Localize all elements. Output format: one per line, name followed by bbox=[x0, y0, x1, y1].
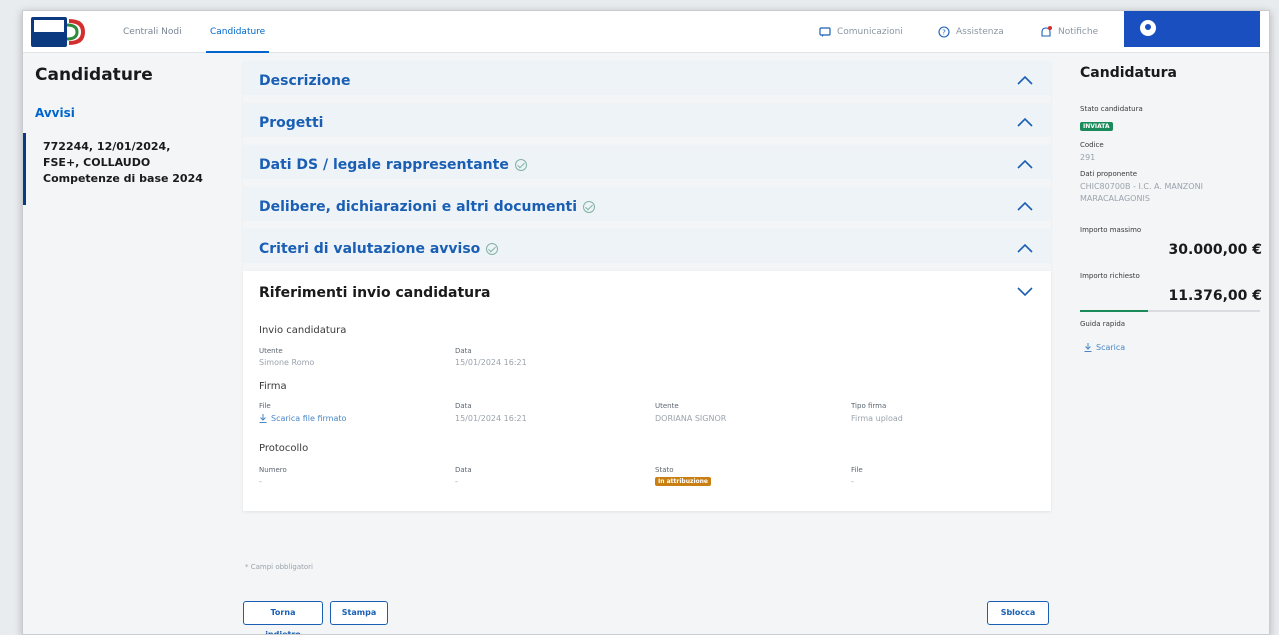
protocollo-file-label: File bbox=[851, 466, 863, 474]
accordion-descrizione[interactable]: Descrizione bbox=[243, 61, 1051, 103]
protocollo-file-value: - bbox=[851, 477, 854, 486]
firma-file-label: File bbox=[259, 402, 271, 410]
accordion-title: Delibere, dichiarazioni e altri document… bbox=[259, 199, 596, 215]
accordion-riferimenti: Riferimenti invio candidatura Invio cand… bbox=[243, 271, 1051, 511]
firma-data-label: Data bbox=[455, 402, 472, 410]
stato-label: Stato candidatura bbox=[1080, 105, 1143, 113]
importo-massimo-label: Importo massimo bbox=[1080, 226, 1142, 234]
chevron-up-icon[interactable] bbox=[1017, 75, 1033, 85]
accordion-title: Dati DS / legale rappresentante bbox=[259, 157, 527, 173]
logo-box bbox=[31, 17, 67, 47]
chat-icon bbox=[819, 27, 831, 37]
proponente-value: CHIC80700B - I.C. A. MANZONI MARACALAGON… bbox=[1080, 182, 1203, 203]
nav-centrali-nodi[interactable]: Centrali Nodi bbox=[123, 11, 182, 53]
accordion-label: Descrizione bbox=[259, 73, 351, 89]
codice-label: Codice bbox=[1080, 141, 1104, 149]
firma-utente-value: DORIANA SIGNOR bbox=[655, 414, 727, 423]
firma-section-title: Firma bbox=[259, 381, 287, 392]
app-window: Centrali Nodi Candidature Comunicazioni … bbox=[22, 10, 1270, 635]
avviso-item[interactable]: 772244, 12/01/2024, FSE+, COLLAUDO Compe… bbox=[23, 133, 203, 205]
comunicazioni-button[interactable]: Comunicazioni bbox=[819, 11, 903, 53]
required-fields-note: * Campi obbligatori bbox=[245, 563, 313, 571]
check-circle-icon bbox=[514, 159, 527, 171]
accordion-title: Descrizione bbox=[259, 73, 350, 89]
download-signed-file-label: Scarica file firmato bbox=[271, 414, 347, 423]
firma-utente-label: Utente bbox=[655, 402, 679, 410]
guida-download-label: Scarica bbox=[1096, 343, 1126, 352]
protocollo-stato-label: Stato bbox=[655, 466, 674, 474]
importo-richiesto-label: Importo richiesto bbox=[1080, 272, 1140, 280]
accordion-delibere[interactable]: Delibere, dichiarazioni e altri document… bbox=[243, 187, 1051, 229]
importo-richiesto-value: 11.376,00 € bbox=[1168, 288, 1262, 304]
assistenza-label: Assistenza bbox=[956, 27, 1004, 37]
stato-badge: INVIATA bbox=[1080, 122, 1113, 131]
accordion-label: Dati DS / legale rappresentante bbox=[259, 157, 509, 173]
notifiche-label: Notifiche bbox=[1058, 27, 1099, 37]
svg-text:?: ? bbox=[942, 29, 946, 37]
assistenza-button[interactable]: ? Assistenza bbox=[938, 11, 1004, 53]
accordion-label: Progetti bbox=[259, 115, 324, 131]
accordion-title[interactable]: Riferimenti invio candidatura bbox=[259, 285, 490, 301]
importo-progress-bar bbox=[1080, 310, 1260, 312]
chevron-down-icon[interactable] bbox=[1017, 287, 1033, 297]
comunicazioni-label: Comunicazioni bbox=[837, 27, 903, 37]
protocollo-section-title: Protocollo bbox=[259, 443, 309, 454]
accordion-criteri[interactable]: Criteri di valutazione avviso bbox=[243, 229, 1051, 271]
notifiche-button[interactable]: Notifiche bbox=[1040, 11, 1098, 53]
invio-utente-label: Utente bbox=[259, 347, 283, 355]
chevron-up-icon[interactable] bbox=[1017, 201, 1033, 211]
logo[interactable] bbox=[31, 17, 87, 47]
protocollo-numero-label: Numero bbox=[259, 466, 287, 474]
unlock-button[interactable]: Sblocca bbox=[987, 601, 1049, 625]
bell-icon bbox=[1041, 25, 1052, 37]
importo-massimo-value: 30.000,00 € bbox=[1168, 242, 1262, 258]
check-circle-icon bbox=[486, 243, 499, 255]
protocollo-data-value: - bbox=[455, 477, 458, 486]
guida-label: Guida rapida bbox=[1080, 320, 1126, 328]
invio-data-value: 15/01/2024 16:21 bbox=[455, 358, 527, 367]
back-button[interactable]: Torna indietro bbox=[243, 601, 323, 634]
nav-candidature[interactable]: Candidature bbox=[206, 11, 270, 53]
invio-section-title: Invio candidatura bbox=[259, 325, 347, 336]
accordion-label: Riferimenti invio candidatura bbox=[259, 285, 491, 301]
invio-utente-value: Simone Romo bbox=[259, 358, 315, 367]
check-circle-icon bbox=[583, 201, 596, 213]
download-icon bbox=[1084, 343, 1092, 352]
importo-progress-fill bbox=[1080, 310, 1149, 312]
accordion-title: Criteri di valutazione avviso bbox=[259, 241, 499, 257]
proponente-label: Dati proponente bbox=[1080, 170, 1138, 178]
accordion-dati-ds[interactable]: Dati DS / legale rappresentante bbox=[243, 145, 1051, 187]
avvisi-heading[interactable]: Avvisi bbox=[35, 106, 75, 120]
accordion-title: Progetti bbox=[259, 115, 323, 131]
invio-data-label: Data bbox=[455, 347, 472, 355]
help-icon: ? bbox=[938, 26, 950, 38]
chevron-up-icon[interactable] bbox=[1017, 243, 1033, 253]
download-signed-file-link[interactable]: Scarica file firmato bbox=[259, 414, 346, 423]
print-button[interactable]: Stampa bbox=[330, 601, 388, 625]
guida-download-link[interactable]: Scarica bbox=[1084, 343, 1125, 352]
chevron-up-icon[interactable] bbox=[1017, 159, 1033, 169]
user-menu[interactable] bbox=[1124, 11, 1260, 47]
summary-title: Candidatura bbox=[1080, 65, 1177, 81]
top-navbar: Centrali Nodi Candidature Comunicazioni … bbox=[23, 11, 1269, 53]
accordion-label: Delibere, dichiarazioni e altri document… bbox=[259, 199, 578, 215]
codice-value: 291 bbox=[1080, 153, 1096, 162]
accordion-label: Criteri di valutazione avviso bbox=[259, 241, 481, 257]
user-avatar-icon bbox=[1140, 20, 1156, 36]
chevron-up-icon[interactable] bbox=[1017, 117, 1033, 127]
status-badge: In attribuzione bbox=[655, 477, 711, 486]
protocollo-numero-value: - bbox=[259, 477, 262, 486]
firma-tipo-value: Firma upload bbox=[851, 414, 903, 423]
firma-tipo-label: Tipo firma bbox=[851, 402, 887, 410]
accordion-progetti[interactable]: Progetti bbox=[243, 103, 1051, 145]
protocollo-data-label: Data bbox=[455, 466, 472, 474]
page-title: Candidature bbox=[35, 65, 153, 85]
download-icon bbox=[259, 414, 267, 423]
logo-mark-icon bbox=[66, 19, 86, 45]
firma-data-value: 15/01/2024 16:21 bbox=[455, 414, 527, 423]
main-content: Descrizione Progetti Dati DS / legale ra… bbox=[243, 61, 1051, 511]
